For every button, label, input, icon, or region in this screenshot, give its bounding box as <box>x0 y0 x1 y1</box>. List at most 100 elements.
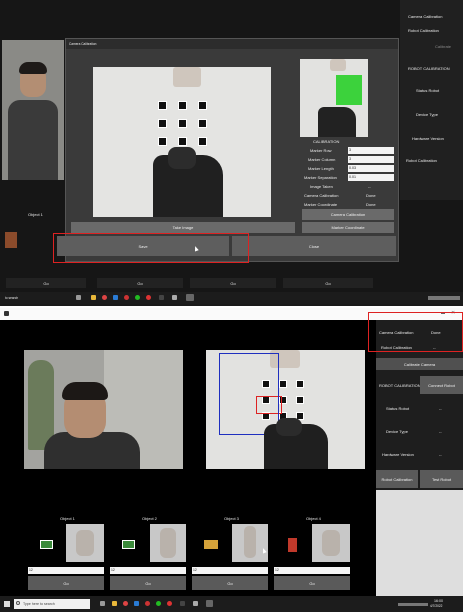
gesture-hand <box>160 528 176 558</box>
go-button[interactable]: Go <box>274 576 350 590</box>
aruco-marker <box>279 380 287 388</box>
active-app-icon[interactable] <box>206 600 213 607</box>
take-image-button[interactable]: Take Image <box>71 222 295 233</box>
calibrate-camera-button[interactable]: Calibrate Camera <box>376 358 463 370</box>
app-icon[interactable] <box>167 601 172 606</box>
go-button[interactable]: Go <box>283 278 373 288</box>
robot-calibration-section-label: ROBOT CALIBRATION <box>379 383 421 388</box>
aruco-marker <box>158 119 167 128</box>
spotify-icon[interactable] <box>135 295 140 300</box>
top-object-thumb <box>5 232 17 248</box>
aruco-marker <box>178 137 187 146</box>
marker-length-input[interactable]: 0.03 <box>348 165 394 172</box>
object-label: Object 4 <box>306 516 321 521</box>
chrome-icon[interactable] <box>102 295 107 300</box>
object-input[interactable]: 12 <box>192 567 268 574</box>
gesture-image <box>66 524 104 562</box>
windows-start-icon[interactable] <box>4 601 10 607</box>
top-taskbar: to search <box>0 292 463 304</box>
object-input[interactable]: 12 <box>110 567 186 574</box>
active-app-icon[interactable] <box>186 294 194 301</box>
app-icon[interactable] <box>172 295 177 300</box>
gesture-hand <box>322 530 340 556</box>
status-value: -- <box>368 184 371 189</box>
vscode-icon[interactable] <box>113 295 118 300</box>
app-icon[interactable] <box>146 295 151 300</box>
camera-calibration-button[interactable]: Camera Calibration <box>302 209 394 220</box>
chrome-icon[interactable] <box>123 601 128 606</box>
object-input[interactable]: 12 <box>28 567 104 574</box>
dialog-titlebar: Camera Calibration <box>66 39 398 49</box>
webcam-feed <box>24 350 183 469</box>
task-view-icon[interactable] <box>100 601 105 606</box>
vscode-icon[interactable] <box>134 601 139 606</box>
app-icon[interactable] <box>180 601 185 606</box>
aruco-marker <box>198 101 207 110</box>
marker-row-input[interactable]: 3 <box>348 147 394 154</box>
camera-image <box>93 67 271 217</box>
app-icon[interactable] <box>193 601 198 606</box>
close-button[interactable]: Close <box>232 236 396 256</box>
highlight-box <box>368 312 463 352</box>
side-menu-item[interactable]: Robot Calibration <box>408 28 439 33</box>
object-label: Object 3 <box>224 516 239 521</box>
field-label: Marker Column <box>308 157 336 162</box>
status-label: Marker Coordinate <box>304 202 338 207</box>
marker-column-input[interactable]: 3 <box>348 156 394 163</box>
aruco-marker <box>296 396 304 404</box>
go-button[interactable]: Go <box>97 278 183 288</box>
object-input[interactable]: 12 <box>274 567 350 574</box>
app-icon[interactable] <box>159 295 164 300</box>
robot-arm-joint <box>276 418 302 436</box>
person-hair <box>62 382 108 400</box>
test-robot-button[interactable]: Test Robot <box>420 470 463 488</box>
go-button[interactable]: Go <box>28 576 104 590</box>
clock-date: 4/7/2022 <box>430 604 443 608</box>
aruco-marker <box>158 137 167 146</box>
side-menu-item[interactable]: Device Type <box>416 112 438 117</box>
app-icon[interactable] <box>145 601 150 606</box>
app-icon <box>4 311 9 316</box>
field-label: Marker Length <box>308 166 334 171</box>
bottom-taskbar: Type here to search 16:00 4/7/2022 <box>0 596 463 612</box>
spotify-icon[interactable] <box>156 601 161 606</box>
go-button[interactable]: Go <box>192 576 268 590</box>
search-icon <box>16 601 20 605</box>
field-label: Marker Row <box>310 148 332 153</box>
robot-calibration-button[interactable]: Robot Calibration <box>376 470 418 488</box>
search-placeholder: Type here to search <box>23 602 55 606</box>
marker-separation-input[interactable]: 0.01 <box>348 174 394 181</box>
field-label: Marker Separation <box>304 175 337 180</box>
preview-robot <box>318 107 356 137</box>
calibration-header: CALIBRATION <box>313 139 340 144</box>
preview-hand <box>330 59 346 71</box>
side-menu-item[interactable]: Calibrate <box>435 44 451 49</box>
object-label: Object 2 <box>142 516 157 521</box>
object-item-image <box>40 540 53 549</box>
aruco-marker <box>178 119 187 128</box>
search-box[interactable]: Type here to search <box>14 599 90 609</box>
aruco-marker <box>158 101 167 110</box>
hand-top <box>173 67 201 87</box>
file-explorer-icon[interactable] <box>112 601 117 606</box>
side-menu-item[interactable]: ROBOT CALIBRATION <box>408 66 450 71</box>
side-menu-item[interactable]: Robot Calibration <box>406 158 437 163</box>
person-hair <box>19 62 47 74</box>
go-button[interactable]: Go <box>110 576 186 590</box>
marker-coordinate-button[interactable]: Marker Coordinate <box>302 222 394 233</box>
connect-robot-button[interactable]: Connect Robot <box>420 376 463 394</box>
side-menu-item[interactable]: Status Robot <box>416 88 439 93</box>
gesture-image <box>232 524 268 562</box>
marker-preview-image <box>300 59 368 137</box>
side-menu-item[interactable]: Camera Calibration <box>408 14 442 19</box>
status-value: Done <box>366 193 376 198</box>
device-type-value: -- <box>439 429 442 434</box>
file-explorer-icon[interactable] <box>91 295 96 300</box>
go-button[interactable]: Go <box>190 278 276 288</box>
bottom-screenshot: ✕ Camera Calibration Done Robot Calibrat… <box>0 308 463 612</box>
app-icon[interactable] <box>124 295 129 300</box>
side-menu-item[interactable]: Hardware Version <box>412 136 444 141</box>
search-box[interactable]: to search <box>5 296 18 300</box>
task-view-icon[interactable] <box>76 295 81 300</box>
go-button[interactable]: Go <box>6 278 86 288</box>
